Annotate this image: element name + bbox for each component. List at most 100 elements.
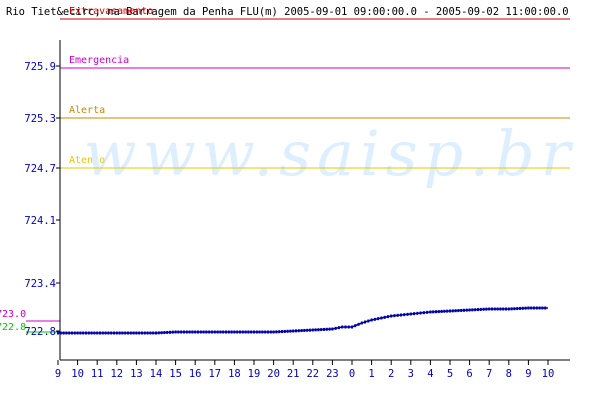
- data-point: [169, 330, 171, 334]
- x-tick-label: 19: [248, 368, 261, 380]
- data-point: [435, 310, 437, 314]
- data-point: [451, 309, 454, 313]
- x-tick-label: 17: [208, 368, 221, 380]
- threshold-label: Aten o: [69, 155, 105, 166]
- data-point: [513, 307, 516, 311]
- data-point: [303, 328, 306, 332]
- data-point: [244, 330, 247, 334]
- data-point: [306, 328, 309, 332]
- data-point: [409, 312, 412, 316]
- data-point: [297, 329, 300, 333]
- data-point: [239, 330, 241, 334]
- x-tick-label: 21: [287, 368, 300, 380]
- data-point: [323, 327, 325, 331]
- data-point: [437, 310, 440, 314]
- data-point: [219, 330, 222, 334]
- x-tick-label: 8: [506, 368, 512, 380]
- data-point: [152, 331, 155, 335]
- reference-label: 723.0: [0, 309, 26, 320]
- data-point: [295, 329, 297, 333]
- data-point: [432, 310, 435, 314]
- data-point: [233, 330, 236, 334]
- data-point: [107, 331, 110, 335]
- data-point: [516, 307, 519, 311]
- data-point: [157, 331, 160, 335]
- chart-svg: www.saisp.br Rio Tiet&ecirc; na Barragem…: [0, 6, 570, 380]
- data-point: [250, 330, 253, 334]
- data-point: [502, 307, 505, 311]
- data-point: [325, 327, 328, 331]
- data-point: [413, 312, 416, 316]
- data-point: [521, 306, 524, 310]
- data-point: [149, 331, 152, 335]
- data-point: [183, 330, 185, 334]
- x-tick-label: 9: [55, 368, 61, 380]
- data-point: [185, 330, 188, 334]
- data-point: [160, 331, 163, 335]
- data-point: [59, 331, 62, 335]
- data-point: [68, 331, 71, 335]
- data-point: [351, 325, 353, 329]
- data-point: [289, 329, 292, 333]
- data-point: [373, 317, 376, 321]
- data-point: [317, 328, 320, 332]
- data-point: [110, 331, 113, 335]
- data-point: [261, 330, 264, 334]
- data-point: [258, 330, 261, 334]
- data-point: [129, 331, 132, 335]
- data-point: [93, 331, 96, 335]
- data-point: [155, 331, 157, 335]
- data-point: [272, 330, 275, 334]
- data-point: [530, 306, 533, 310]
- data-point: [143, 331, 146, 335]
- data-point: [121, 331, 124, 335]
- y-tick-label: 722.8: [24, 326, 56, 338]
- data-point: [354, 324, 357, 328]
- data-point: [463, 308, 465, 312]
- data-point: [341, 325, 344, 329]
- x-tick-label: 11: [91, 368, 104, 380]
- data-point: [135, 331, 138, 335]
- data-point: [471, 308, 474, 312]
- x-tick-label: 20: [267, 368, 280, 380]
- data-point: [275, 330, 278, 334]
- data-point: [87, 331, 90, 335]
- data-point: [364, 320, 367, 324]
- data-point: [96, 331, 99, 335]
- data-point: [199, 330, 202, 334]
- data-point: [360, 321, 363, 325]
- y-tick-label: 724.1: [24, 215, 56, 227]
- data-point: [163, 331, 166, 335]
- data-point: [422, 311, 425, 315]
- data-point: [347, 325, 350, 329]
- data-point: [253, 330, 255, 334]
- data-point: [194, 330, 197, 334]
- data-point: [482, 307, 485, 311]
- data-point: [544, 306, 547, 310]
- data-point: [141, 331, 143, 335]
- data-point: [533, 306, 535, 310]
- x-tick-label: 2: [388, 368, 394, 380]
- data-point: [505, 307, 507, 311]
- x-tick-label: 1: [368, 368, 374, 380]
- data-point: [76, 331, 79, 335]
- data-point: [278, 330, 281, 334]
- data-point: [344, 325, 347, 329]
- x-tick-label: 6: [466, 368, 472, 380]
- threshold-label: Alerta: [69, 105, 105, 116]
- data-point: [519, 306, 521, 310]
- series-line: [58, 307, 548, 334]
- data-point: [309, 328, 311, 332]
- x-tick-label: 16: [189, 368, 202, 380]
- data-point: [115, 331, 118, 335]
- data-point: [416, 311, 419, 315]
- data-point: [236, 330, 239, 334]
- x-tick-label: 9: [525, 368, 531, 380]
- data-point: [90, 331, 93, 335]
- data-point: [386, 315, 389, 319]
- x-tick-label: 3: [408, 368, 414, 380]
- data-point: [334, 326, 337, 330]
- data-point: [146, 331, 149, 335]
- data-point: [166, 330, 169, 334]
- data-point: [449, 309, 451, 313]
